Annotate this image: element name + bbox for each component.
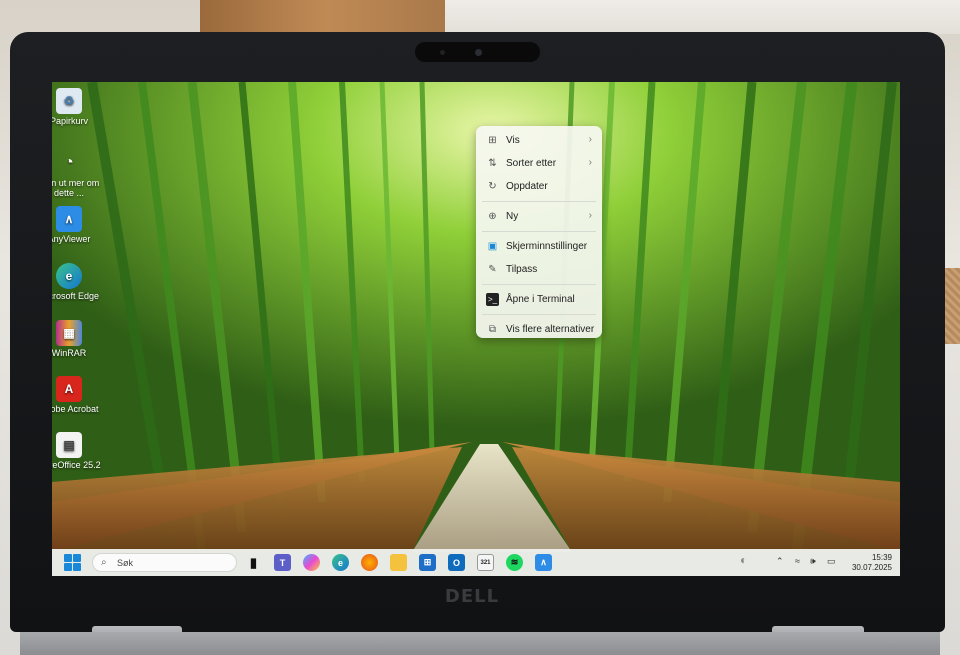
wifi-icon[interactable]: ≈ — [795, 556, 800, 566]
menu-item-label: Vis flere alternativer — [506, 324, 595, 335]
room-cabinet — [445, 0, 960, 34]
refresh-icon: ↻ — [488, 181, 497, 192]
file-explorer-icon[interactable] — [390, 554, 407, 571]
desktop-icon-acrobat[interactable]: A Adobe Acrobat — [52, 376, 104, 414]
copilot-icon[interactable] — [303, 554, 320, 571]
menu-item-label: Skjerminnstillinger — [506, 241, 588, 252]
desktop-icon-papirkurv[interactable]: ♻ Papirkurv — [52, 88, 104, 126]
screen: ♻ Papirkurv ◔ Finn ut mer om dette ... ∧… — [52, 82, 900, 576]
chevron-up-icon[interactable]: ⌃ — [776, 556, 784, 567]
menu-item-ny[interactable]: ⊕ Ny › — [476, 205, 602, 228]
anyviewer-icon[interactable]: ∧ — [535, 554, 552, 571]
clock-time: 15:39 — [871, 553, 892, 562]
outlook-icon[interactable]: O — [448, 554, 465, 571]
menu-item-sorter-etter[interactable]: ⇅ Sorter etter › — [476, 152, 602, 175]
taskbar-search-box[interactable]: ⌕ Søk — [92, 553, 237, 572]
more-options-icon: ⧉ — [488, 324, 497, 335]
volume-icon[interactable]: 🕪 — [810, 556, 816, 567]
anyviewer-icon: ∧ — [56, 206, 82, 232]
task-view-icon[interactable]: ▮ — [245, 554, 262, 571]
menu-item-apne-i-terminal[interactable]: >_ Åpne i Terminal — [476, 288, 602, 311]
windows-logo-icon — [64, 554, 72, 562]
webcam-lens — [475, 49, 482, 56]
menu-item-vis-flere-alternativer[interactable]: ⧉ Vis flere alternativer — [476, 318, 602, 341]
spotify-icon[interactable]: ≋ — [506, 554, 523, 571]
brush-icon: ✎ — [488, 264, 497, 275]
menu-item-vis[interactable]: ⊞ Vis › — [476, 129, 602, 152]
chevron-right-icon: › — [588, 134, 592, 145]
teams-icon[interactable]: T — [274, 554, 291, 571]
desktop-icon-libreoffice[interactable]: ▤ LibreOffice 25.2 — [52, 432, 104, 470]
menu-item-tilpass[interactable]: ✎ Tilpass — [476, 258, 602, 281]
menu-separator — [482, 284, 596, 285]
menu-separator — [482, 201, 596, 202]
search-icon: ⌕ — [101, 557, 107, 568]
menu-item-label: Åpne i Terminal — [506, 294, 575, 305]
desktop-icon-anyviewer[interactable]: ∧ AnyViewer — [52, 206, 104, 244]
search-placeholder: Søk — [117, 557, 134, 568]
chevron-right-icon: › — [588, 210, 592, 221]
calendar-icon[interactable]: 321 — [477, 554, 494, 571]
menu-item-label: Oppdater — [506, 181, 548, 192]
dell-logo: DELL — [444, 586, 500, 607]
desktop-context-menu: ⊞ Vis › ⇅ Sorter etter › ↻ Oppdater ⊕ Ny… — [476, 126, 602, 338]
terminal-icon: >_ — [486, 293, 499, 306]
sort-icon: ⇅ — [488, 158, 497, 169]
desktop-icon-label: Papirkurv — [52, 116, 88, 126]
clock-date: 30.07.2025 — [851, 563, 892, 572]
webcam-sensor — [440, 50, 445, 55]
taskbar-clock[interactable]: 15:39 30.07.2025 — [850, 553, 892, 573]
menu-item-oppdater[interactable]: ↻ Oppdater — [476, 175, 602, 198]
libreoffice-icon: ▤ — [56, 432, 82, 458]
menu-separator — [482, 314, 596, 315]
chevron-right-icon: › — [588, 157, 592, 168]
plus-circle-icon: ⊕ — [488, 211, 497, 222]
desktop-icon-label: Adobe Acrobat — [52, 404, 99, 414]
menu-item-label: Ny — [506, 211, 519, 222]
taskbar: ⌕ Søk ▮ T e ⊞ O 321 ≋ ∧ ◐ ⌃ ≈ 🕪 ▭ 15:39 … — [52, 549, 900, 576]
laptop-base — [20, 632, 940, 655]
menu-separator — [482, 231, 596, 232]
weather-icon[interactable]: ◐ — [740, 553, 747, 567]
menu-item-label: Tilpass — [506, 264, 538, 275]
edge-icon[interactable]: e — [332, 554, 349, 571]
desktop-icon-label: WinRAR — [52, 348, 87, 358]
desktop-icon-edge[interactable]: e Microsoft Edge — [52, 263, 104, 301]
desktop-icon-label: LibreOffice 25.2 — [52, 460, 101, 470]
recycle-bin-icon: ♻ — [56, 88, 82, 114]
desktop-icon-winrar[interactable]: ▦ WinRAR — [52, 320, 104, 358]
menu-item-label: Vis — [506, 135, 520, 146]
battery-icon[interactable]: ▭ — [827, 556, 836, 567]
room-wood-panel — [200, 0, 450, 34]
desktop-icon-finn-ut-mer[interactable]: ◔ Finn ut mer om dette ... — [52, 150, 104, 199]
menu-item-label: Sorter etter — [506, 158, 557, 169]
display-icon: ▣ — [487, 241, 498, 252]
grid-icon: ⊞ — [488, 135, 497, 146]
edge-icon: e — [56, 263, 82, 289]
desktop-icon-label: Microsoft Edge — [52, 291, 100, 301]
desktop-icon-label: AnyViewer — [52, 234, 91, 244]
winrar-icon: ▦ — [56, 320, 82, 346]
acrobat-icon: A — [56, 376, 82, 402]
info-icon: ◔ — [64, 154, 74, 171]
menu-item-skjerminnstillinger[interactable]: ▣ Skjerminnstillinger — [476, 235, 602, 258]
firefox-icon[interactable] — [361, 554, 378, 571]
start-button[interactable] — [64, 554, 81, 571]
desktop-icon-label: Finn ut mer om dette ... — [52, 178, 100, 198]
store-icon[interactable]: ⊞ — [419, 554, 436, 571]
